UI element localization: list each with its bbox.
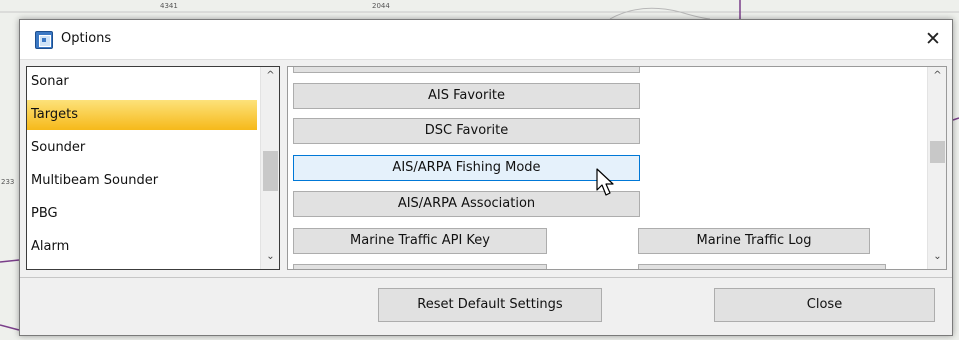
scroll-up-icon[interactable]: ^ xyxy=(928,70,946,81)
option-button-partial[interactable] xyxy=(638,264,886,269)
scroll-down-icon[interactable]: ⌄ xyxy=(261,251,279,262)
scroll-up-icon[interactable]: ^ xyxy=(261,70,279,81)
category-item-pbg[interactable]: PBG xyxy=(27,199,257,229)
marine-traffic-api-key-button[interactable]: Marine Traffic API Key xyxy=(293,228,547,254)
options-dialog: Options ✕ Sonar Targets Sounder Multibea… xyxy=(19,19,953,336)
category-item-multibeam-sounder[interactable]: Multibeam Sounder xyxy=(27,166,257,196)
scrollbar-thumb[interactable] xyxy=(263,151,278,191)
depth-label: 4341 xyxy=(160,2,178,10)
fishing-mode-button[interactable]: AIS/ARPA Fishing Mode xyxy=(293,155,640,181)
category-item-targets[interactable]: Targets xyxy=(27,100,257,130)
dsc-favorite-button[interactable]: DSC Favorite xyxy=(293,118,640,144)
scrollbar-thumb[interactable] xyxy=(930,141,945,163)
option-button-partial[interactable] xyxy=(293,67,640,73)
category-item-sounder[interactable]: Sounder xyxy=(27,133,257,163)
category-item-sonar[interactable]: Sonar xyxy=(27,67,257,97)
window-title: Options xyxy=(61,31,112,46)
title-bar[interactable]: Options ✕ xyxy=(20,20,952,60)
options-window-icon xyxy=(35,31,53,49)
category-list[interactable]: Sonar Targets Sounder Multibeam Sounder … xyxy=(26,66,280,270)
reset-default-settings-button[interactable]: Reset Default Settings xyxy=(378,288,602,322)
marine-traffic-log-button[interactable]: Marine Traffic Log xyxy=(638,228,870,254)
option-button-partial[interactable] xyxy=(293,264,547,269)
close-button[interactable]: Close xyxy=(714,288,935,322)
scroll-down-icon[interactable]: ⌄ xyxy=(928,251,946,262)
depth-label: 2044 xyxy=(372,2,390,10)
category-scrollbar[interactable]: ^ ⌄ xyxy=(260,67,279,269)
depth-label: 233 xyxy=(1,178,15,186)
close-icon[interactable]: ✕ xyxy=(920,27,946,53)
category-item-alarm[interactable]: Alarm xyxy=(27,232,257,262)
association-button[interactable]: AIS/ARPA Association xyxy=(293,191,640,217)
options-scrollbar[interactable]: ^ ⌄ xyxy=(927,67,946,269)
mouse-cursor-icon xyxy=(596,168,614,196)
ais-favorite-button[interactable]: AIS Favorite xyxy=(293,83,640,109)
footer-divider xyxy=(20,277,952,278)
